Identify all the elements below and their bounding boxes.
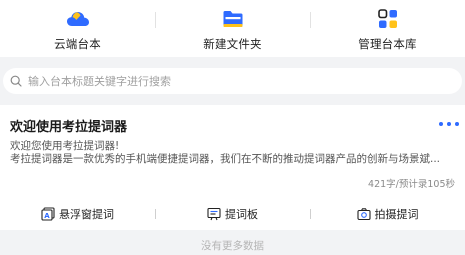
more-dot-icon [455, 122, 459, 126]
script-meta: 421字/预计录105秒 [368, 179, 455, 190]
search-input[interactable] [28, 74, 448, 88]
cloud-icon [65, 8, 91, 30]
top-action-bar: 云端台本 新建文件夹 管理台本库 [0, 0, 465, 57]
floating-window-prompt-label: 悬浮窗提词 [59, 208, 114, 221]
float-window-icon: A [41, 207, 55, 221]
prompt-board-label: 提词板 [225, 208, 258, 221]
script-preview: 欢迎您使用考拉提词器! 考拉提词器是一款优秀的手机端便捷提词器，我们在不断的推动… [10, 140, 460, 166]
search-icon [10, 75, 22, 87]
folder-icon [220, 8, 246, 30]
new-folder-label: 新建文件夹 [203, 37, 262, 51]
more-dot-icon [447, 122, 451, 126]
camera-icon [356, 207, 371, 221]
no-more-data-text: 没有更多数据 [201, 240, 264, 252]
script-title: 欢迎使用考拉提词器 [10, 120, 128, 135]
script-preview-line: 考拉提词器是一款优秀的手机端便捷提词器，我们在不断的推动提词器产品的创新与场景斌… [10, 153, 441, 165]
manage-library-label: 管理台本库 [358, 37, 417, 51]
camera-prompt-button[interactable]: 拍摄提词 [310, 206, 465, 222]
manage-library-button[interactable]: 管理台本库 [310, 0, 465, 57]
script-card[interactable]: 欢迎使用考拉提词器 欢迎您使用考拉提词器! 考拉提词器是一款优秀的手机端便捷提词… [0, 105, 465, 230]
search-bar[interactable] [3, 68, 462, 94]
more-dot-icon [439, 122, 443, 126]
camera-prompt-label: 拍摄提词 [374, 208, 419, 221]
more-options-button[interactable] [439, 119, 459, 129]
app-root: 云端台本 新建文件夹 管理台本库 输入台本标题关键字进行搜索 欢迎使用考拉提词器… [0, 0, 465, 255]
new-folder-button[interactable]: 新建文件夹 [155, 0, 310, 57]
board-icon [207, 207, 221, 221]
svg-text:A: A [44, 212, 50, 220]
grid-icon [375, 8, 401, 30]
script-preview-line: 欢迎您使用考拉提词器! [10, 140, 120, 152]
cloud-scripts-label: 云端台本 [54, 37, 101, 51]
floating-window-prompt-button[interactable]: A 悬浮窗提词 [0, 206, 155, 222]
cloud-scripts-button[interactable]: 云端台本 [0, 0, 155, 57]
script-action-bar: A 悬浮窗提词 提词板 拍摄提词 [0, 200, 465, 228]
prompt-board-button[interactable]: 提词板 [155, 206, 310, 222]
